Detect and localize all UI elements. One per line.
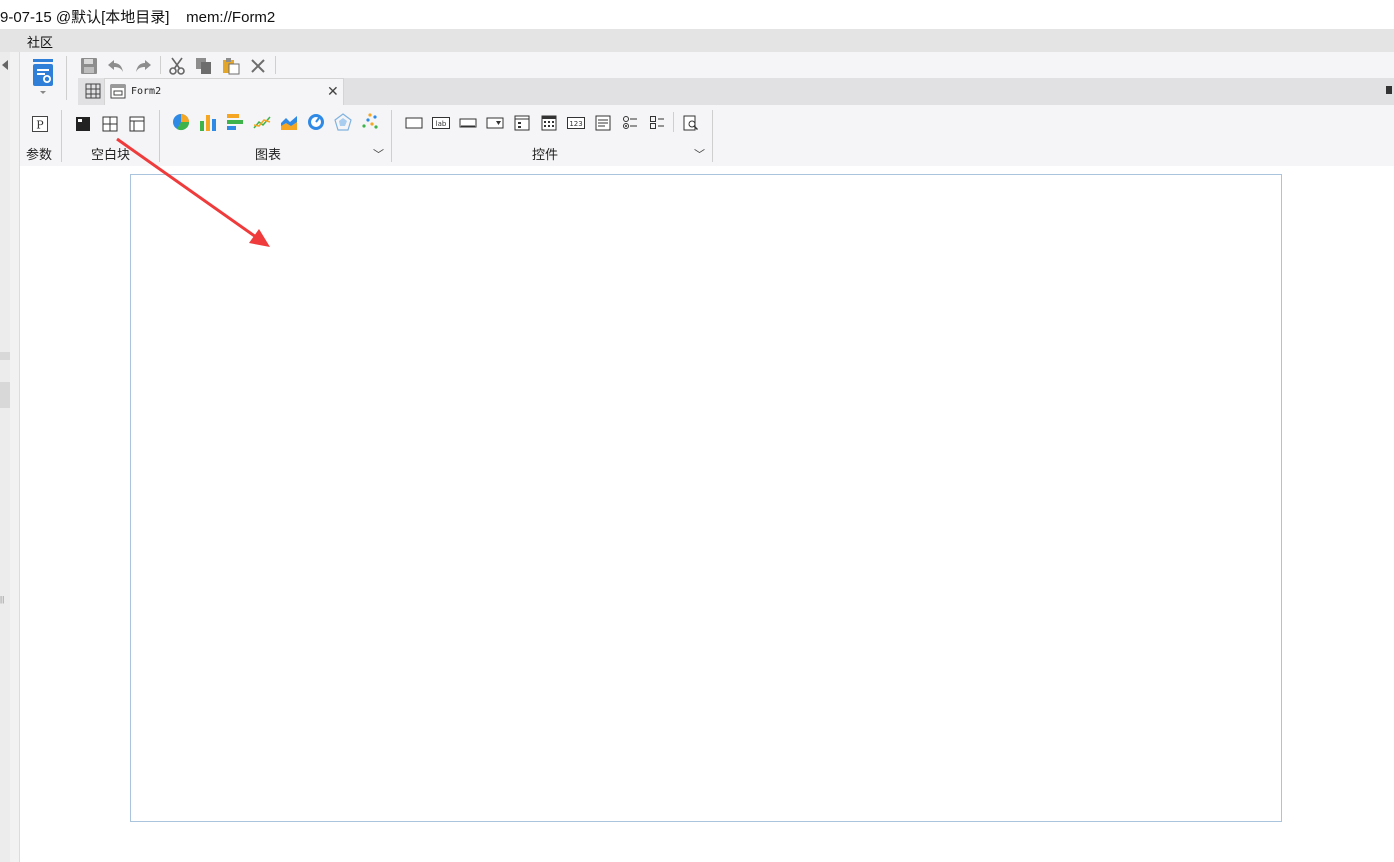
tree-widget-button[interactable] bbox=[512, 113, 532, 133]
parameter-icon: P bbox=[32, 116, 48, 132]
widget-group-expand-icon[interactable]: ﹀ bbox=[694, 146, 705, 162]
grid-view-button[interactable] bbox=[85, 83, 101, 104]
checkbox-group-widget-button[interactable] bbox=[647, 113, 667, 133]
cut-icon bbox=[169, 57, 185, 75]
tab-label: Form2 bbox=[131, 86, 162, 97]
parameter-button[interactable]: P bbox=[30, 114, 50, 134]
ribbon-group-label-blank-block: 空白块 bbox=[91, 147, 131, 162]
ribbon-group-label-widget: 控件 bbox=[532, 147, 559, 162]
template-icon bbox=[33, 59, 53, 94]
tab-form2[interactable]: Form2 ✕ bbox=[104, 78, 344, 105]
collapse-left-icon[interactable] bbox=[2, 60, 8, 70]
window-title: 9-07-15 @默认[本地目录] mem://Form2 bbox=[0, 9, 276, 26]
radar-chart-button[interactable] bbox=[333, 112, 353, 132]
label-widget-icon: lab bbox=[432, 117, 450, 129]
label-widget-button[interactable]: lab bbox=[431, 113, 451, 133]
area-chart-icon bbox=[281, 116, 297, 130]
copy-button[interactable] bbox=[193, 55, 215, 77]
line-chart-button[interactable] bbox=[252, 112, 272, 132]
scatter-chart-icon bbox=[362, 113, 378, 129]
svg-text:P: P bbox=[36, 119, 44, 132]
ribbon-group-label-chart: 图表 bbox=[255, 147, 282, 162]
textarea-widget-icon bbox=[595, 115, 611, 131]
search-icon bbox=[683, 115, 698, 131]
delete-icon bbox=[251, 59, 265, 73]
form-canvas[interactable] bbox=[130, 174, 1282, 822]
scatter-chart-button[interactable] bbox=[360, 112, 380, 132]
textarea-widget-button[interactable] bbox=[593, 113, 613, 133]
template-button[interactable] bbox=[30, 58, 58, 98]
tab-layout-icon bbox=[129, 116, 145, 132]
toolbar-separator bbox=[66, 56, 67, 100]
redo-icon bbox=[136, 60, 151, 72]
ribbon-group-label-parameter: 参数 bbox=[26, 147, 53, 162]
form-icon bbox=[110, 84, 126, 99]
pie-chart-button[interactable] bbox=[171, 112, 191, 132]
chart-group-expand-icon[interactable]: ﹀ bbox=[373, 146, 384, 162]
paste-icon bbox=[223, 58, 240, 75]
save-button[interactable] bbox=[78, 55, 100, 77]
left-dock-strip[interactable]: || bbox=[0, 52, 10, 862]
horizontal-bar-chart-icon bbox=[227, 114, 243, 130]
radio-group-widget-button[interactable] bbox=[620, 113, 640, 133]
date-widget-icon bbox=[541, 115, 557, 131]
menu-bar: 社区 bbox=[0, 29, 1394, 52]
dropdown-widget-icon bbox=[486, 117, 504, 129]
undo-button[interactable] bbox=[105, 55, 127, 77]
radar-chart-icon bbox=[334, 113, 352, 131]
blank-block-icon bbox=[76, 117, 90, 131]
tree-widget-icon bbox=[514, 115, 530, 131]
cut-button[interactable] bbox=[166, 55, 188, 77]
area-chart-button[interactable] bbox=[279, 112, 299, 132]
button-widget-icon bbox=[405, 117, 423, 129]
svg-text:lab: lab bbox=[436, 120, 447, 128]
tab-close-icon[interactable]: ✕ bbox=[327, 83, 339, 100]
left-panel bbox=[10, 52, 20, 862]
horizontal-bar-chart-button[interactable] bbox=[225, 112, 245, 132]
search-widget-button[interactable] bbox=[681, 113, 701, 133]
absolute-layout-icon bbox=[102, 116, 118, 132]
bar-chart-icon bbox=[200, 115, 216, 131]
tab-overflow-icon[interactable] bbox=[1386, 86, 1392, 94]
absolute-layout-button[interactable] bbox=[100, 114, 120, 134]
undo-icon bbox=[108, 60, 123, 72]
left-strip-marker bbox=[0, 352, 10, 360]
title-bar: 9-07-15 @默认[本地目录] mem://Form2 bbox=[0, 0, 1394, 29]
left-strip-marker-2 bbox=[0, 382, 10, 408]
text-field-widget-button[interactable] bbox=[458, 113, 478, 133]
delete-button[interactable] bbox=[247, 55, 269, 77]
radio-group-widget-icon bbox=[623, 116, 637, 129]
dropdown-widget-button[interactable] bbox=[485, 113, 505, 133]
ribbon: P 参数 空白块 图表 ﹀ lab 123 控件 ﹀ bbox=[20, 106, 1394, 166]
blank-block-button[interactable] bbox=[73, 114, 93, 134]
date-widget-button[interactable] bbox=[539, 113, 559, 133]
tab-layout-button[interactable] bbox=[127, 114, 147, 134]
grid-icon bbox=[85, 83, 101, 99]
bar-chart-button[interactable] bbox=[198, 112, 218, 132]
menu-item-community[interactable]: 社区 bbox=[27, 32, 53, 51]
splitter-grip-icon[interactable]: || bbox=[0, 596, 10, 604]
gauge-chart-icon bbox=[308, 114, 324, 130]
gauge-chart-button[interactable] bbox=[306, 112, 326, 132]
number-widget-icon: 123 bbox=[567, 117, 585, 129]
quick-access-bar bbox=[70, 52, 1394, 78]
number-widget-button[interactable]: 123 bbox=[566, 113, 586, 133]
checkbox-group-widget-icon bbox=[650, 116, 664, 129]
redo-button[interactable] bbox=[132, 55, 154, 77]
button-widget-button[interactable] bbox=[404, 113, 424, 133]
save-icon bbox=[81, 58, 97, 74]
paste-button[interactable] bbox=[220, 55, 242, 77]
line-chart-icon bbox=[253, 116, 271, 129]
text-field-widget-icon bbox=[459, 118, 477, 128]
copy-icon bbox=[196, 58, 211, 74]
pie-chart-icon bbox=[173, 114, 190, 131]
svg-text:123: 123 bbox=[569, 120, 582, 128]
